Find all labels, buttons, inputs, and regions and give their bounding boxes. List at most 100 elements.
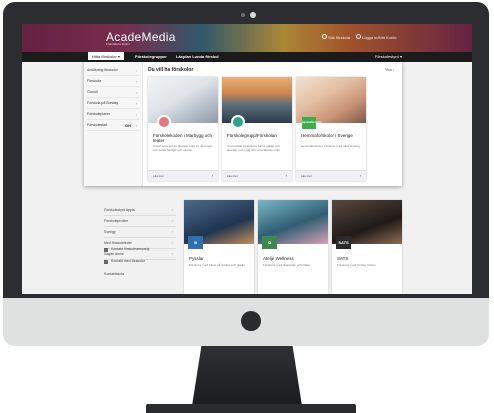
card-title: Pysslar	[189, 256, 204, 261]
list-item-label: Sagan ämne	[104, 252, 124, 256]
menu-item[interactable]: Förskoleplaner ›	[87, 110, 139, 120]
chevron-right-icon: ›	[171, 208, 173, 212]
menu-item[interactable]: Förskolor ›	[87, 77, 139, 87]
chevron-right-icon: ›	[392, 68, 394, 72]
see-all-label: Visa	[385, 68, 392, 72]
card-text: Vi utvecklar förskolans barns glädje och…	[227, 144, 281, 152]
nav-item-find[interactable]: Hitta förskolor ▾	[88, 52, 124, 60]
list-item-label: Sverigy	[104, 230, 116, 234]
chevron-right-icon: ›	[171, 219, 173, 223]
nav-item-groups[interactable]: Förskolegrupper	[135, 54, 167, 59]
menu-item-label: Förskolor	[87, 79, 102, 83]
card-link[interactable]: Läs mer	[153, 174, 164, 178]
camera-lens-icon	[250, 12, 256, 18]
chevron-right-icon: ›	[135, 68, 137, 73]
main-nav: Hitta förskolor ▾ Förskolegrupper Läspla…	[22, 52, 472, 62]
dropdown-menu: Ansökning förskolor › Förskolor › Grundl › …	[84, 62, 143, 186]
featured-card[interactable]: Förskolegrupp/Förskolan Vi utvecklar för…	[222, 77, 292, 181]
header-login-link[interactable]: Logga in/Mitt Konto	[362, 35, 396, 40]
card-title: Förskolekoden i Marbygg och teater	[153, 133, 213, 143]
list-item[interactable]: Förskolestyrd äppla ›	[104, 206, 176, 216]
chevron-right-icon: ›	[359, 173, 361, 178]
phone-icon	[104, 260, 108, 264]
chevron-down-icon: ▾	[117, 54, 120, 59]
featured-card[interactable]: Förskolekoden i Marbygg och teater Vi ka…	[148, 77, 218, 181]
monitor-stand-base	[146, 404, 356, 413]
panel-title: Du vill ha förskolor	[148, 67, 194, 73]
search-icon[interactable]	[322, 34, 327, 39]
chevron-down-icon: ▾	[399, 54, 402, 59]
chevron-right-icon: ›	[135, 90, 137, 95]
brand-logo-icon: ✿	[262, 236, 277, 249]
header-overlay	[22, 24, 472, 52]
menu-item-label: Ansökning förskolor	[87, 68, 118, 72]
menu-item-label: Förskolestart	[87, 123, 108, 127]
nav-right-menu[interactable]: Förskolestyrd ▾	[375, 54, 402, 59]
menu-item-badge: OH	[125, 123, 131, 128]
dropdown-panel: Ansökning förskolor › Förskolor › Grundl › …	[84, 62, 402, 186]
card-text: Hemmaförskolor i Sverige med nära omsorg…	[301, 144, 361, 148]
brand-logo-glyph: ✿	[267, 240, 272, 245]
monitor-logo-icon	[241, 311, 261, 331]
nav-right-label: Förskolestyrd	[374, 54, 399, 59]
chevron-right-icon: ›	[171, 241, 173, 245]
card-title: SATS	[337, 256, 349, 261]
chevron-right-icon: ›	[135, 79, 137, 84]
menu-item[interactable]: Förskolestart OH ›	[87, 121, 139, 131]
card-text: Förskolor med fokus på rörelse och glädj…	[189, 263, 246, 267]
list-item-label: Med förskoleleder	[104, 241, 132, 245]
chevron-right-icon: ›	[285, 173, 287, 178]
card-footer[interactable]: Läs mer ›	[222, 170, 292, 181]
menu-item-label: Grundl	[87, 90, 98, 94]
featured-card[interactable]: Hemmaforskolor Hemmaforskolor i Sverige …	[296, 77, 366, 181]
screen: AcadeMedia Framtidens skolor Sök förskol…	[22, 24, 472, 294]
see-all-link[interactable]: Visa ›	[385, 68, 394, 72]
nav-item-label: Hitta förskolor	[92, 54, 117, 59]
header-search-link[interactable]: Sök förskola	[328, 35, 350, 40]
brand-logo-icon: SATS	[336, 236, 351, 249]
chevron-right-icon: ›	[171, 230, 173, 234]
brand-logo-icon	[231, 115, 245, 129]
contact-link[interactable]: Kontakt förskoleansvarig	[111, 247, 149, 251]
chevron-right-icon: ›	[171, 252, 173, 256]
header-banner: AcadeMedia Framtidens skolor Sök förskol…	[22, 24, 472, 52]
brand-logo-glyph: Hemmaforskolor	[302, 121, 322, 124]
list-item-label: Förskolestyrd äppla	[104, 208, 135, 212]
list-item-label: Förskoleprofiler	[104, 219, 129, 223]
card-footer[interactable]: Läs mer ›	[296, 170, 366, 181]
site-logo-tagline: Framtidens skolor	[106, 42, 130, 46]
user-icon[interactable]	[356, 34, 361, 39]
menu-item[interactable]: Ansökning förskolor ›	[87, 66, 139, 76]
monitor-stand	[192, 346, 302, 404]
card-footer[interactable]: Läs mer ›	[148, 170, 218, 181]
mail-icon	[104, 248, 108, 252]
brand-logo-glyph: ≋	[193, 240, 198, 245]
list-item[interactable]: Förskoleprofiler ›	[104, 217, 176, 227]
brand-logo-icon	[157, 115, 171, 129]
brand-card[interactable]: ✿ Ateljé Wellness Förskolor med skapande…	[258, 200, 328, 294]
menu-item[interactable]: Förskola på Bunday ›	[87, 99, 139, 109]
card-link[interactable]: Läs mer	[301, 174, 312, 178]
card-text: Förskolor med rörelse i fokus.	[337, 263, 377, 267]
brand-card[interactable]: ≋ Pysslar Förskolor med fokus på rörelse…	[184, 200, 254, 294]
contact-link[interactable]: Kontaktskola	[104, 272, 124, 276]
menu-item[interactable]: Grundl ›	[87, 88, 139, 98]
list-item[interactable]: Sverigy ›	[104, 228, 176, 238]
card-text: Förskolor med skapande och hälsa.	[263, 263, 311, 267]
card-link[interactable]: Läs mer	[227, 174, 238, 178]
brand-logo-glyph: SATS	[338, 240, 349, 245]
card-title: Ateljé Wellness	[263, 256, 294, 261]
camera-icon	[241, 13, 245, 17]
chevron-right-icon: ›	[135, 112, 137, 117]
contact-link[interactable]: Kontakt med förskolor	[111, 259, 145, 263]
card-text: Vi kan som gör en lärande miljö för dina…	[153, 144, 213, 152]
brand-logo-icon: Hemmaforskolor	[302, 117, 322, 129]
card-title: Hemmaforskolor i Sverige	[301, 133, 353, 138]
card-title: Förskolegrupp/Förskolan	[227, 133, 277, 138]
nav-item-curriculum[interactable]: Läsplan Lunda förskol	[176, 54, 219, 59]
chevron-right-icon: ›	[211, 173, 213, 178]
brand-logo-icon: ≋	[188, 236, 203, 249]
brand-card[interactable]: SATS SATS Förskolor med rörelse i fokus.	[332, 200, 402, 294]
chevron-right-icon: ›	[135, 101, 137, 106]
chevron-right-icon: ›	[135, 123, 137, 128]
